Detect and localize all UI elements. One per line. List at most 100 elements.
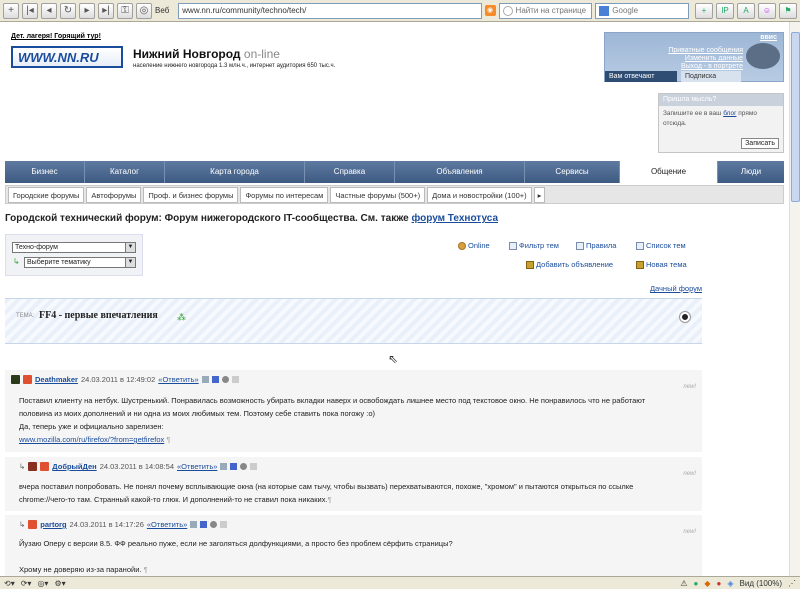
topic-list-link[interactable]: Список тем [636,241,686,250]
reply-link[interactable]: «Ответить» [147,520,187,529]
nav-people[interactable]: Люди [718,161,784,183]
pencil-icon [636,260,644,269]
first-page-icon[interactable]: |◂ [22,2,38,19]
site-logo[interactable]: WWW.NN.RU [11,46,123,68]
subnav-auto-forums[interactable]: Автофорумы [86,186,142,203]
nav-ads[interactable]: Объявления [395,161,525,183]
post-author[interactable]: partorg [40,520,66,529]
idea-box-text: Запишите ее в ваш блог прямо отсюда. [659,106,783,132]
grid-icon[interactable] [230,463,238,470]
user-name[interactable]: ввис [760,34,777,41]
search-icon[interactable] [210,521,218,528]
nav-business[interactable]: Бизнес [5,161,85,183]
topic-label: ТЕМА: [16,313,35,319]
status-icon-2[interactable]: ◆ [704,579,710,588]
rss-icon[interactable]: ◉ [484,5,496,16]
zoom-label[interactable]: Вид (100%) [740,579,782,588]
url-input[interactable]: www.nn.ru/community/techno/tech/ [178,2,482,19]
daily-forum-link[interactable]: Дачный форум [650,284,702,293]
page-title: Городской технический форум: Форум нижег… [5,213,498,224]
tree-icon[interactable]: ⁂ [177,312,186,323]
rank-icon [11,375,20,384]
subnav-interest-forums[interactable]: Форумы по интересам [240,186,329,203]
private-messages-link[interactable]: Приватные сообщения [668,47,743,54]
status-icon-1[interactable]: ● [694,579,699,588]
find-icon [502,5,513,16]
nav-catalog[interactable]: Каталог [85,161,165,183]
subnav-city-forums[interactable]: Городские форумы [8,186,85,203]
tab-answers[interactable]: Вам отвечают [605,71,677,82]
last-page-icon[interactable]: ▸| [98,2,114,19]
mouse-cursor-icon: ⇖ [388,352,399,366]
forward-icon[interactable]: ▸ [79,2,95,19]
google-icon [599,5,610,16]
mail-icon[interactable] [190,521,198,528]
mail-icon[interactable] [201,376,209,383]
scrollbar-thumb[interactable] [791,32,800,202]
search-icon[interactable] [240,463,248,470]
globe-icon[interactable]: ◎ [136,2,152,19]
find-on-page-input[interactable]: Найти на странице [498,2,593,19]
status-icon-3[interactable]: ● [717,579,722,588]
add-ad-link[interactable]: Добавить объявление [526,260,613,269]
addon-icon-3[interactable]: A [736,2,755,19]
online-link[interactable]: Online [458,241,490,250]
post-author[interactable]: Deathmaker [35,375,78,384]
reply-link[interactable]: «Ответить» [158,375,198,384]
addon-icon-2[interactable]: IP [715,2,734,19]
tab-subscription[interactable]: Подписка [681,71,741,82]
nav-services[interactable]: Сервисы [525,161,620,183]
forward-icon[interactable] [220,521,228,528]
mail-icon[interactable] [220,463,228,470]
reply-link[interactable]: «Ответить» [177,462,217,471]
subnav-private-forums[interactable]: Частные форумы (500+) [330,186,426,203]
add-bookmark-icon[interactable]: + [3,2,19,19]
forward-icon[interactable] [231,376,239,383]
grid-icon[interactable] [211,376,219,383]
settings-icon[interactable]: ⚙▾ [54,579,65,588]
new-topic-link[interactable]: Новая тема [636,260,687,269]
warning-icon[interactable]: ⚠ [680,579,687,588]
globe-status-icon[interactable]: ◎▾ [37,579,48,588]
grid-icon[interactable] [200,521,208,528]
new-topic-label: Новая тема [646,260,687,269]
back-icon[interactable]: ◂ [41,2,57,19]
subnav-houses-forums[interactable]: Дома и новостройки (100+) [427,186,532,203]
theme-select[interactable]: Выберите тематику ▼ [24,257,136,268]
forward-icon[interactable] [250,463,258,470]
logo-text: WWW.NN.RU [18,50,99,65]
nav-city-map[interactable]: Карта города [165,161,305,183]
technotus-forum-link[interactable]: форум Технотуса [412,213,499,224]
reload-icon[interactable]: ↻ [60,2,76,19]
addon-icon-5[interactable]: ⚑ [778,2,797,19]
idea-text-before: Запишите ее в ваш [663,110,724,117]
addon-icon-1[interactable]: + [694,2,713,19]
forum-select[interactable]: Техно-форум ▼ [12,242,136,253]
subnav-business-forums[interactable]: Проф. и бизнес форумы [143,186,239,203]
chevron-down-icon: ▼ [125,258,135,267]
theme-select-value: Выберите тематику [27,259,91,266]
back-history-icon[interactable]: ⟲▾ [4,579,15,588]
status-icon-4[interactable]: ◈ [727,579,733,588]
promo-link[interactable]: Дет. лагеря! Горящий тур! [11,33,101,40]
write-button[interactable]: Записать [741,138,779,149]
logout-link[interactable]: Выход - в портрете [681,63,743,70]
user-avatar[interactable] [746,43,780,69]
blog-link[interactable]: блог [723,110,736,117]
vertical-scrollbar[interactable] [789,22,800,576]
topic-options-icon[interactable] [680,312,690,322]
rules-link[interactable]: Правила [576,241,616,250]
post-author[interactable]: ДобрыйДен [52,462,96,471]
filter-topics-link[interactable]: Фильтр тем [509,241,559,250]
nav-reference[interactable]: Справка [305,161,395,183]
google-search-input[interactable]: Google [595,2,689,19]
refresh-history-icon[interactable]: ⟳▾ [21,579,32,588]
search-icon[interactable] [221,376,229,383]
subnav-more-icon[interactable]: ▸ [533,186,546,203]
key-icon[interactable]: ⚿ [117,2,133,19]
change-data-link[interactable]: Изменить данные [685,55,743,62]
browser-toolbar: + |◂ ◂ ↻ ▸ ▸| ⚿ ◎ Веб www.nn.ru/communit… [0,0,800,22]
addon-icon-4[interactable]: ☺ [757,2,776,19]
post-link[interactable]: www.mozilla.com/ru/firefox/?from=getfire… [19,435,164,444]
nav-communication[interactable]: Общение [620,161,718,183]
